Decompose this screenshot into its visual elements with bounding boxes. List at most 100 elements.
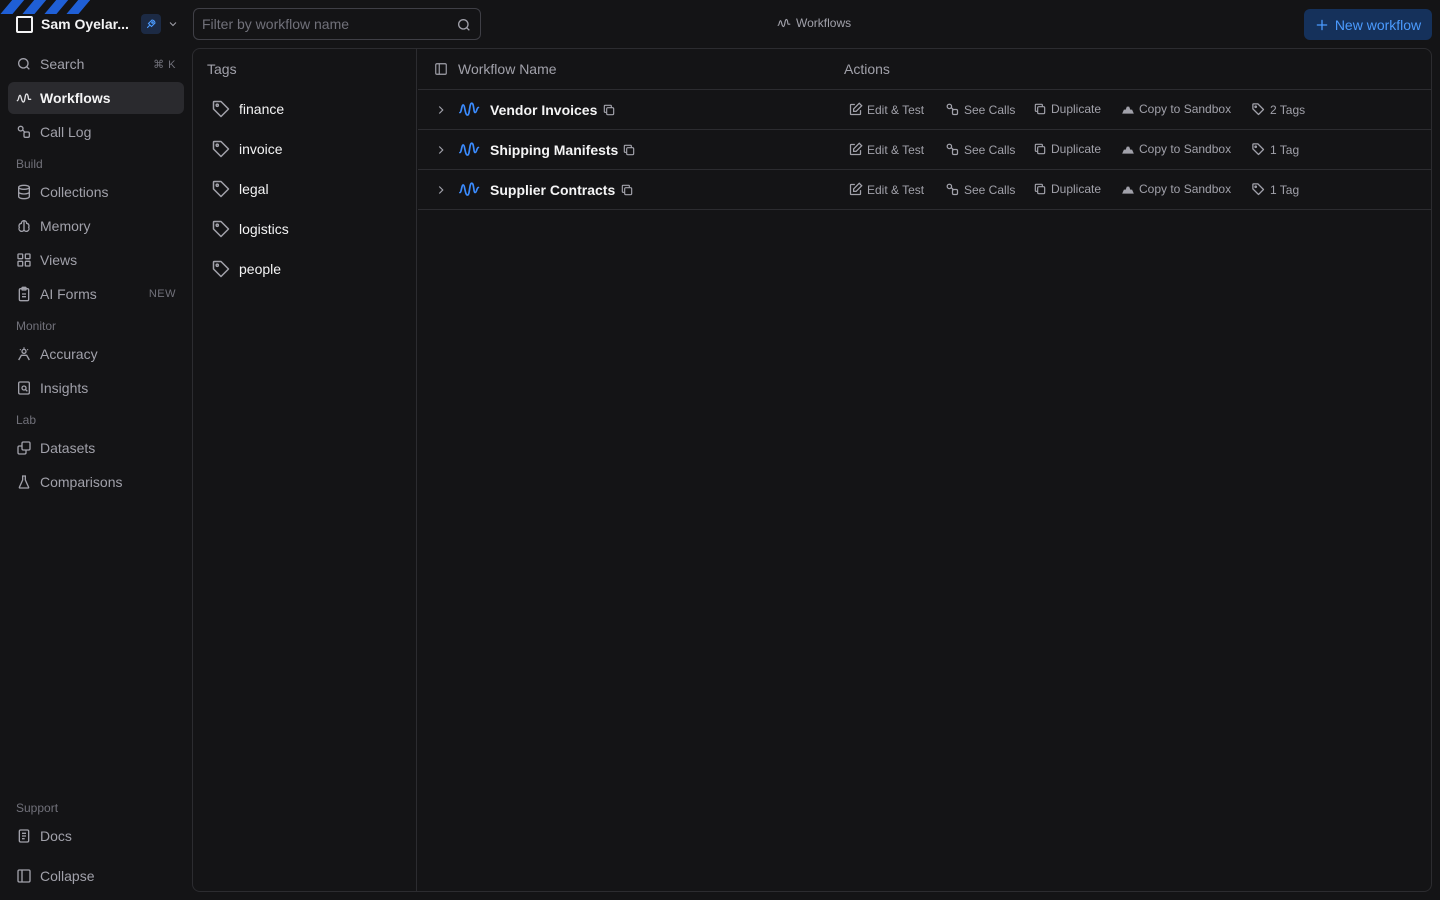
edit-test-button[interactable]: Edit & Test xyxy=(848,102,924,117)
sidebar-item-views[interactable]: Views xyxy=(8,244,184,276)
see-calls-button[interactable]: See Calls xyxy=(945,102,1015,117)
tag-count: 1 Tag xyxy=(1270,142,1300,157)
collapse-button[interactable]: Collapse xyxy=(8,860,184,892)
workspace-logo-icon xyxy=(16,15,33,33)
sidebar-item-label: Call Log xyxy=(40,124,92,140)
sidebar-item-call-log[interactable]: Call Log xyxy=(8,116,184,148)
duplicate-button[interactable]: Duplicate xyxy=(1033,142,1101,156)
column-header-actions: Actions xyxy=(844,61,890,77)
table-body: Vendor Invoices Edit & Test See Calls Dupli… xyxy=(418,90,1431,210)
duplicate-button[interactable]: Duplicate xyxy=(1033,102,1101,116)
tag-icon xyxy=(212,180,230,198)
tag-label: invoice xyxy=(239,141,283,157)
action-label: See Calls xyxy=(964,102,1016,117)
sidebar-item-label: Insights xyxy=(40,380,89,396)
new-workflow-label: New workflow xyxy=(1334,16,1422,33)
copy-icon[interactable] xyxy=(602,103,616,117)
workflow-filter-input[interactable] xyxy=(202,16,442,32)
table-row[interactable]: Supplier Contracts Edit & Test See Calls Du… xyxy=(418,170,1431,210)
sidebar-item-workflows[interactable]: Workflows xyxy=(8,82,184,114)
edit-test-button[interactable]: Edit & Test xyxy=(848,182,924,197)
chevron-right-icon[interactable] xyxy=(434,183,448,197)
chevron-right-icon[interactable] xyxy=(434,143,448,157)
new-workflow-button[interactable]: New workflow xyxy=(1304,9,1432,40)
duplicate-icon xyxy=(1034,143,1046,155)
duplicate-icon xyxy=(1034,183,1046,195)
edit-test-button[interactable]: Edit & Test xyxy=(848,142,924,157)
see-calls-button[interactable]: See Calls xyxy=(945,142,1015,157)
action-label: Duplicate xyxy=(1051,142,1102,156)
sidebar-item-search[interactable]: Search ⌘ K xyxy=(8,48,184,80)
workspace-switcher[interactable]: Sam Oyelar... xyxy=(16,12,179,36)
tags-button[interactable]: 2 Tags xyxy=(1251,102,1305,117)
action-label: Edit & Test xyxy=(867,102,925,117)
tag-item-people[interactable]: people xyxy=(193,249,416,289)
action-label: Copy to Sandbox xyxy=(1139,102,1232,116)
sidebar-item-label: AI Forms xyxy=(40,286,97,302)
nav-build: Build Collections Memory Views AI Forms … xyxy=(8,152,184,312)
sidebar-item-ai-forms[interactable]: AI Forms NEW xyxy=(8,278,184,310)
action-label: Copy to Sandbox xyxy=(1139,142,1232,156)
plus-icon xyxy=(1316,19,1328,30)
edit-icon xyxy=(849,102,863,116)
duplicate-icon xyxy=(1034,103,1046,115)
see-calls-button[interactable]: See Calls xyxy=(945,182,1015,197)
column-toggle-icon[interactable] xyxy=(434,62,448,76)
tags-button[interactable]: 1 Tag xyxy=(1251,142,1299,157)
sidebar-item-comparisons[interactable]: Comparisons xyxy=(8,466,184,498)
tag-item-invoice[interactable]: invoice xyxy=(193,129,416,169)
copy-to-sandbox-button[interactable]: Copy to Sandbox xyxy=(1121,102,1231,116)
chevron-right-icon[interactable] xyxy=(434,103,448,117)
search-icon xyxy=(18,58,30,70)
edit-icon xyxy=(849,182,863,196)
workflow-name[interactable]: Vendor Invoices xyxy=(490,102,597,118)
table-header: Workflow Name Actions xyxy=(418,49,1431,90)
action-label: Edit & Test xyxy=(867,142,925,157)
copy-icon[interactable] xyxy=(620,183,634,197)
table-row[interactable]: Shipping Manifests Edit & Test See Calls Du… xyxy=(418,130,1431,170)
nav-monitor: Monitor Accuracy Insights xyxy=(8,314,184,406)
workflow-icon xyxy=(777,18,791,28)
search-icon[interactable] xyxy=(456,17,472,33)
rocket-icon[interactable] xyxy=(140,14,161,34)
tags-button[interactable]: 1 Tag xyxy=(1251,182,1299,197)
workflow-name[interactable]: Supplier Contracts xyxy=(490,182,615,198)
nav-footer: Collapse xyxy=(8,860,184,894)
sidebar-item-collections[interactable]: Collections xyxy=(8,176,184,208)
calls-icon xyxy=(946,183,959,196)
new-badge: NEW xyxy=(148,288,176,300)
edit-icon xyxy=(849,142,863,156)
call-log-icon xyxy=(17,125,30,138)
column-header-name[interactable]: Workflow Name xyxy=(458,61,557,77)
action-label: Copy to Sandbox xyxy=(1139,182,1232,196)
tags-icon xyxy=(1252,103,1265,116)
filter-box xyxy=(193,8,481,40)
copy-icon[interactable] xyxy=(622,143,636,157)
workflow-icon xyxy=(459,182,480,196)
tag-item-logistics[interactable]: logistics xyxy=(193,209,416,249)
grid-icon xyxy=(17,253,31,267)
action-label: Edit & Test xyxy=(867,182,925,197)
docs-icon xyxy=(18,829,30,843)
sidebar-item-docs[interactable]: Docs xyxy=(8,820,184,852)
action-label: See Calls xyxy=(964,182,1016,197)
table-row[interactable]: Vendor Invoices Edit & Test See Calls Dupli… xyxy=(418,90,1431,130)
tags-icon xyxy=(1252,183,1265,196)
chevron-down-icon[interactable] xyxy=(167,18,179,30)
datasets-icon xyxy=(17,441,31,455)
copy-to-sandbox-button[interactable]: Copy to Sandbox xyxy=(1121,142,1231,156)
tag-item-finance[interactable]: finance xyxy=(193,89,416,129)
sidebar-item-insights[interactable]: Insights xyxy=(8,372,184,404)
copy-to-sandbox-button[interactable]: Copy to Sandbox xyxy=(1121,182,1231,196)
workflow-name[interactable]: Shipping Manifests xyxy=(490,142,618,158)
sidebar-item-accuracy[interactable]: Accuracy xyxy=(8,338,184,370)
sidebar: Sam Oyelar... Search ⌘ K Workflows Call … xyxy=(0,0,192,900)
duplicate-button[interactable]: Duplicate xyxy=(1033,182,1101,196)
sidebar-item-memory[interactable]: Memory xyxy=(8,210,184,242)
workflows-table: Workflow Name Actions Vendor Invoices Edi… xyxy=(418,49,1431,210)
flask-icon xyxy=(18,475,30,489)
sidebar-item-label: Accuracy xyxy=(40,346,98,362)
tag-item-legal[interactable]: legal xyxy=(193,169,416,209)
sidebar-item-datasets[interactable]: Datasets xyxy=(8,432,184,464)
action-label: See Calls xyxy=(964,142,1016,157)
